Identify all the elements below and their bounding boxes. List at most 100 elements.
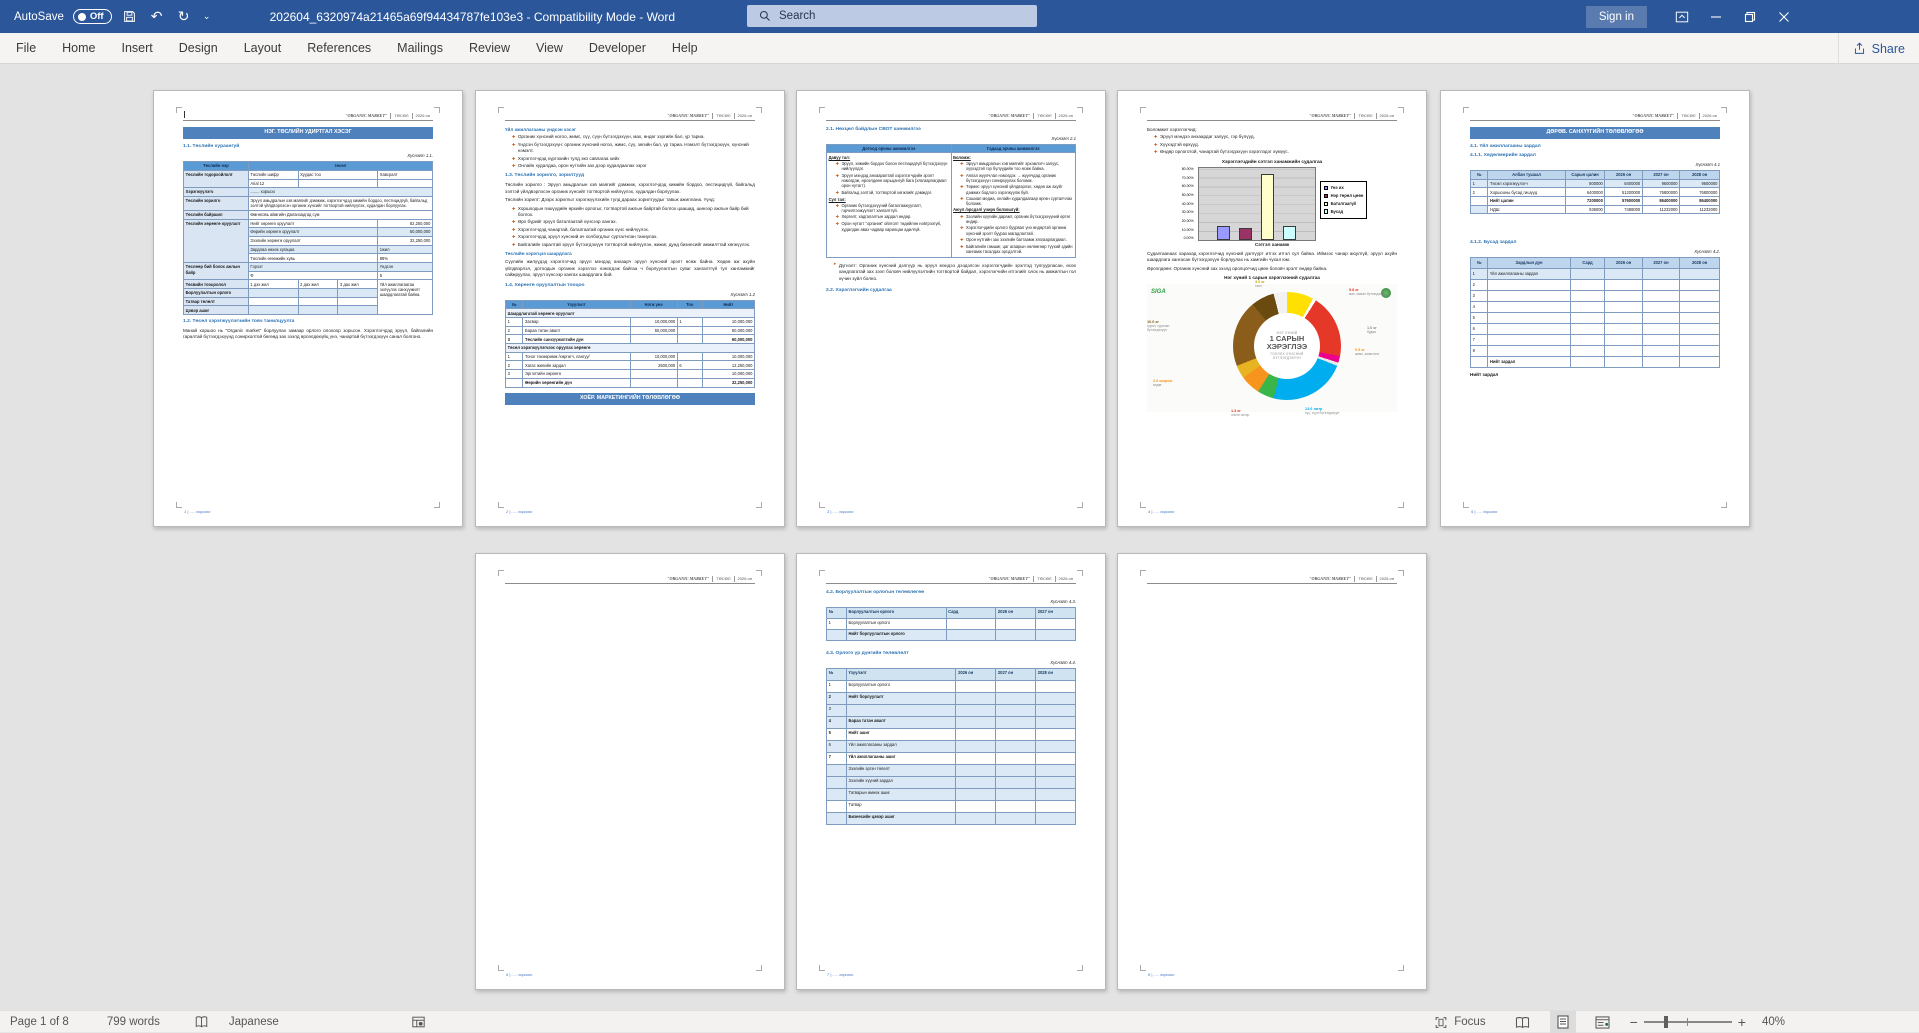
table-cell: 2026 он [1605,171,1642,180]
table-cell [956,776,996,788]
tab-references[interactable]: References [294,33,384,64]
table-cell: 2 [1471,280,1488,291]
table-cell: Татварын өмнөх ашиг [846,788,956,800]
table-cell [1036,776,1076,788]
table-cell: Нийт борлуулалт [846,692,956,704]
language-indicator[interactable]: Japanese [219,1011,289,1033]
table-cell: 2027 он [1642,258,1679,269]
status-bar: Page 1 of 8 799 words Japanese Focus − +… [0,1010,1919,1032]
page-5[interactable]: "ORGANIC MARKET" ТӨСӨЛ 2026 он ДӨРӨВ. СА… [1440,90,1750,527]
minimize-button[interactable] [1699,0,1733,33]
tab-review[interactable]: Review [456,33,523,64]
table-cell: 11232000 [1642,205,1679,214]
share-button[interactable]: Share [1838,33,1919,64]
legend-swatch-icon [1324,209,1329,214]
table-cell: 9600000 [1642,179,1679,188]
zoom-thumb[interactable] [1664,1016,1668,1028]
focus-button[interactable]: Focus [1424,1011,1495,1033]
tab-help[interactable]: Help [659,33,711,64]
table-cell: Төслийн нэр [184,162,249,171]
table-cell: 10,000,000 [702,352,754,361]
page-6[interactable]: "ORGANIC MARKET" ТӨСӨЛ 2026 он 6 | .....… [475,553,785,990]
table-cell: Нийт цалин [1488,197,1565,206]
page-header: "ORGANIC MARKET" ТӨСӨЛ 2026 он [1147,576,1397,584]
zoom-out-icon[interactable]: − [1630,1014,1638,1030]
weaknesses-list: ✚Органик бүтээгдэхүүний баталгаажуулалт,… [829,203,949,232]
list-item: ✚Хоршоодын гишүүдийн өрхийн орлогыг, тог… [512,206,755,219]
page-indicator[interactable]: Page 1 of 8 [0,1011,79,1033]
page-8[interactable]: "ORGANIC MARKET" ТӨСӨЛ 2026 он 8 | .....… [1117,553,1427,990]
zoom-level[interactable]: 40% [1762,1016,1785,1028]
table-cell [1605,313,1642,324]
header-label: ТӨСӨЛ [712,113,733,119]
infographic-logo: SIGA [1151,288,1166,296]
word-count[interactable]: 799 words [97,1011,170,1033]
table-cell: 57600000 [1605,197,1642,206]
proofing-icon[interactable] [184,1011,219,1033]
table-cell: Үйл ажиллагааны ашиг [846,752,956,764]
header-label: ТӨСӨЛ [1033,113,1054,119]
header-brand: "ORGANIC MARKET" [667,113,712,119]
tab-developer[interactable]: Developer [576,33,659,64]
web-layout-button[interactable] [1590,1011,1616,1033]
table-cell: 1 [677,318,702,327]
close-button[interactable] [1767,0,1801,33]
table-cell: 5 [378,271,433,280]
restore-button[interactable] [1733,0,1767,33]
undo-icon[interactable]: ↶ [148,8,166,26]
table-cell [827,776,847,788]
autosave-toggle[interactable]: Off [73,9,112,24]
table-cell: Нийт ашиг [846,728,956,740]
table-cell: 3 [506,335,523,344]
page-1[interactable]: "ORGANIC MARKET" ТӨСӨЛ 2026 он НЭГ. ТӨСЛ… [153,90,463,527]
page-4[interactable]: "ORGANIC MARKET" ТӨСӨЛ 2026 он Боломжит … [1117,90,1427,527]
list-item: ✚Эрүүл, химийн бордоо болон пестицидгүй … [836,161,949,172]
opportunities-label: Боломж: [953,155,971,160]
table-cell [1642,335,1679,346]
table-cell: 4 [1471,302,1488,313]
section-banner: ДӨРӨВ. САНХҮҮГИЙН ТӨЛӨВЛӨГӨӨ [1470,127,1720,139]
redo-icon[interactable]: ↻ [175,8,193,26]
table-cell: Төслөөр бий болох ажлын байр [184,263,249,280]
quick-access-chevron-icon[interactable]: ⌄ [202,8,212,26]
page-7[interactable]: "ORGANIC MARKET" ТӨСӨЛ 2026 он 4.2. Борл… [796,553,1106,990]
tab-file[interactable]: File [0,33,49,64]
sign-in-button[interactable]: Sign in [1586,6,1647,28]
table-cell [1036,740,1076,752]
print-layout-button[interactable] [1550,1011,1576,1033]
table-cell [1036,764,1076,776]
header-brand: "ORGANIC MARKET" [988,576,1033,582]
table-cell: 6 [1471,324,1488,335]
page-header: "ORGANIC MARKET" ТӨСӨЛ 2026 он [505,576,755,584]
tab-insert[interactable]: Insert [109,33,166,64]
zoom-slider[interactable]: − + [1630,1014,1746,1030]
tab-layout[interactable]: Layout [231,33,295,64]
zoom-in-icon[interactable]: + [1738,1014,1746,1030]
bullet-icon: ✚ [960,214,963,225]
zoom-track[interactable] [1644,1021,1732,1023]
table-cell: 10,000,000 [702,370,754,379]
ribbon-display-options-icon[interactable] [1665,0,1699,33]
table-cell: төсөл [248,162,432,171]
table-cell [1605,269,1642,280]
page-footer: 3 | ..... хоршоо [827,509,853,514]
read-mode-button[interactable] [1510,1011,1536,1033]
strengths-list: ✚Эрүүл, химийн бордоо болон пестицидгүй … [829,161,949,196]
table-cell [1680,269,1720,280]
document-canvas[interactable]: "ORGANIC MARKET" ТӨСӨЛ 2026 он НЭГ. ТӨСЛ… [0,64,1919,1010]
page-3[interactable]: "ORGANIC MARKET" ТӨСӨЛ 2026 он 2.1. Нөхц… [796,90,1106,527]
macro-record-icon[interactable] [401,1011,436,1033]
page-2[interactable]: "ORGANIC MARKET" ТӨСӨЛ 2026 он Үйл ажилл… [475,90,785,527]
search-input[interactable]: Search [747,5,1037,27]
tab-home[interactable]: Home [49,33,108,64]
table-cell: 86400000 [1680,197,1720,206]
donut-label: 10.6 кггурил, гурилан бүтээгдэхүүн [1147,320,1189,333]
save-icon[interactable] [121,8,139,26]
table-caption: Хүснэгт 4.3. [826,599,1076,605]
tab-design[interactable]: Design [166,33,231,64]
table-cell: Борлуулалтын орлого [184,289,249,298]
table-cell: Нийт [702,300,754,309]
bullet-icon: ✚ [836,161,839,172]
tab-view[interactable]: View [523,33,576,64]
tab-mailings[interactable]: Mailings [384,33,456,64]
